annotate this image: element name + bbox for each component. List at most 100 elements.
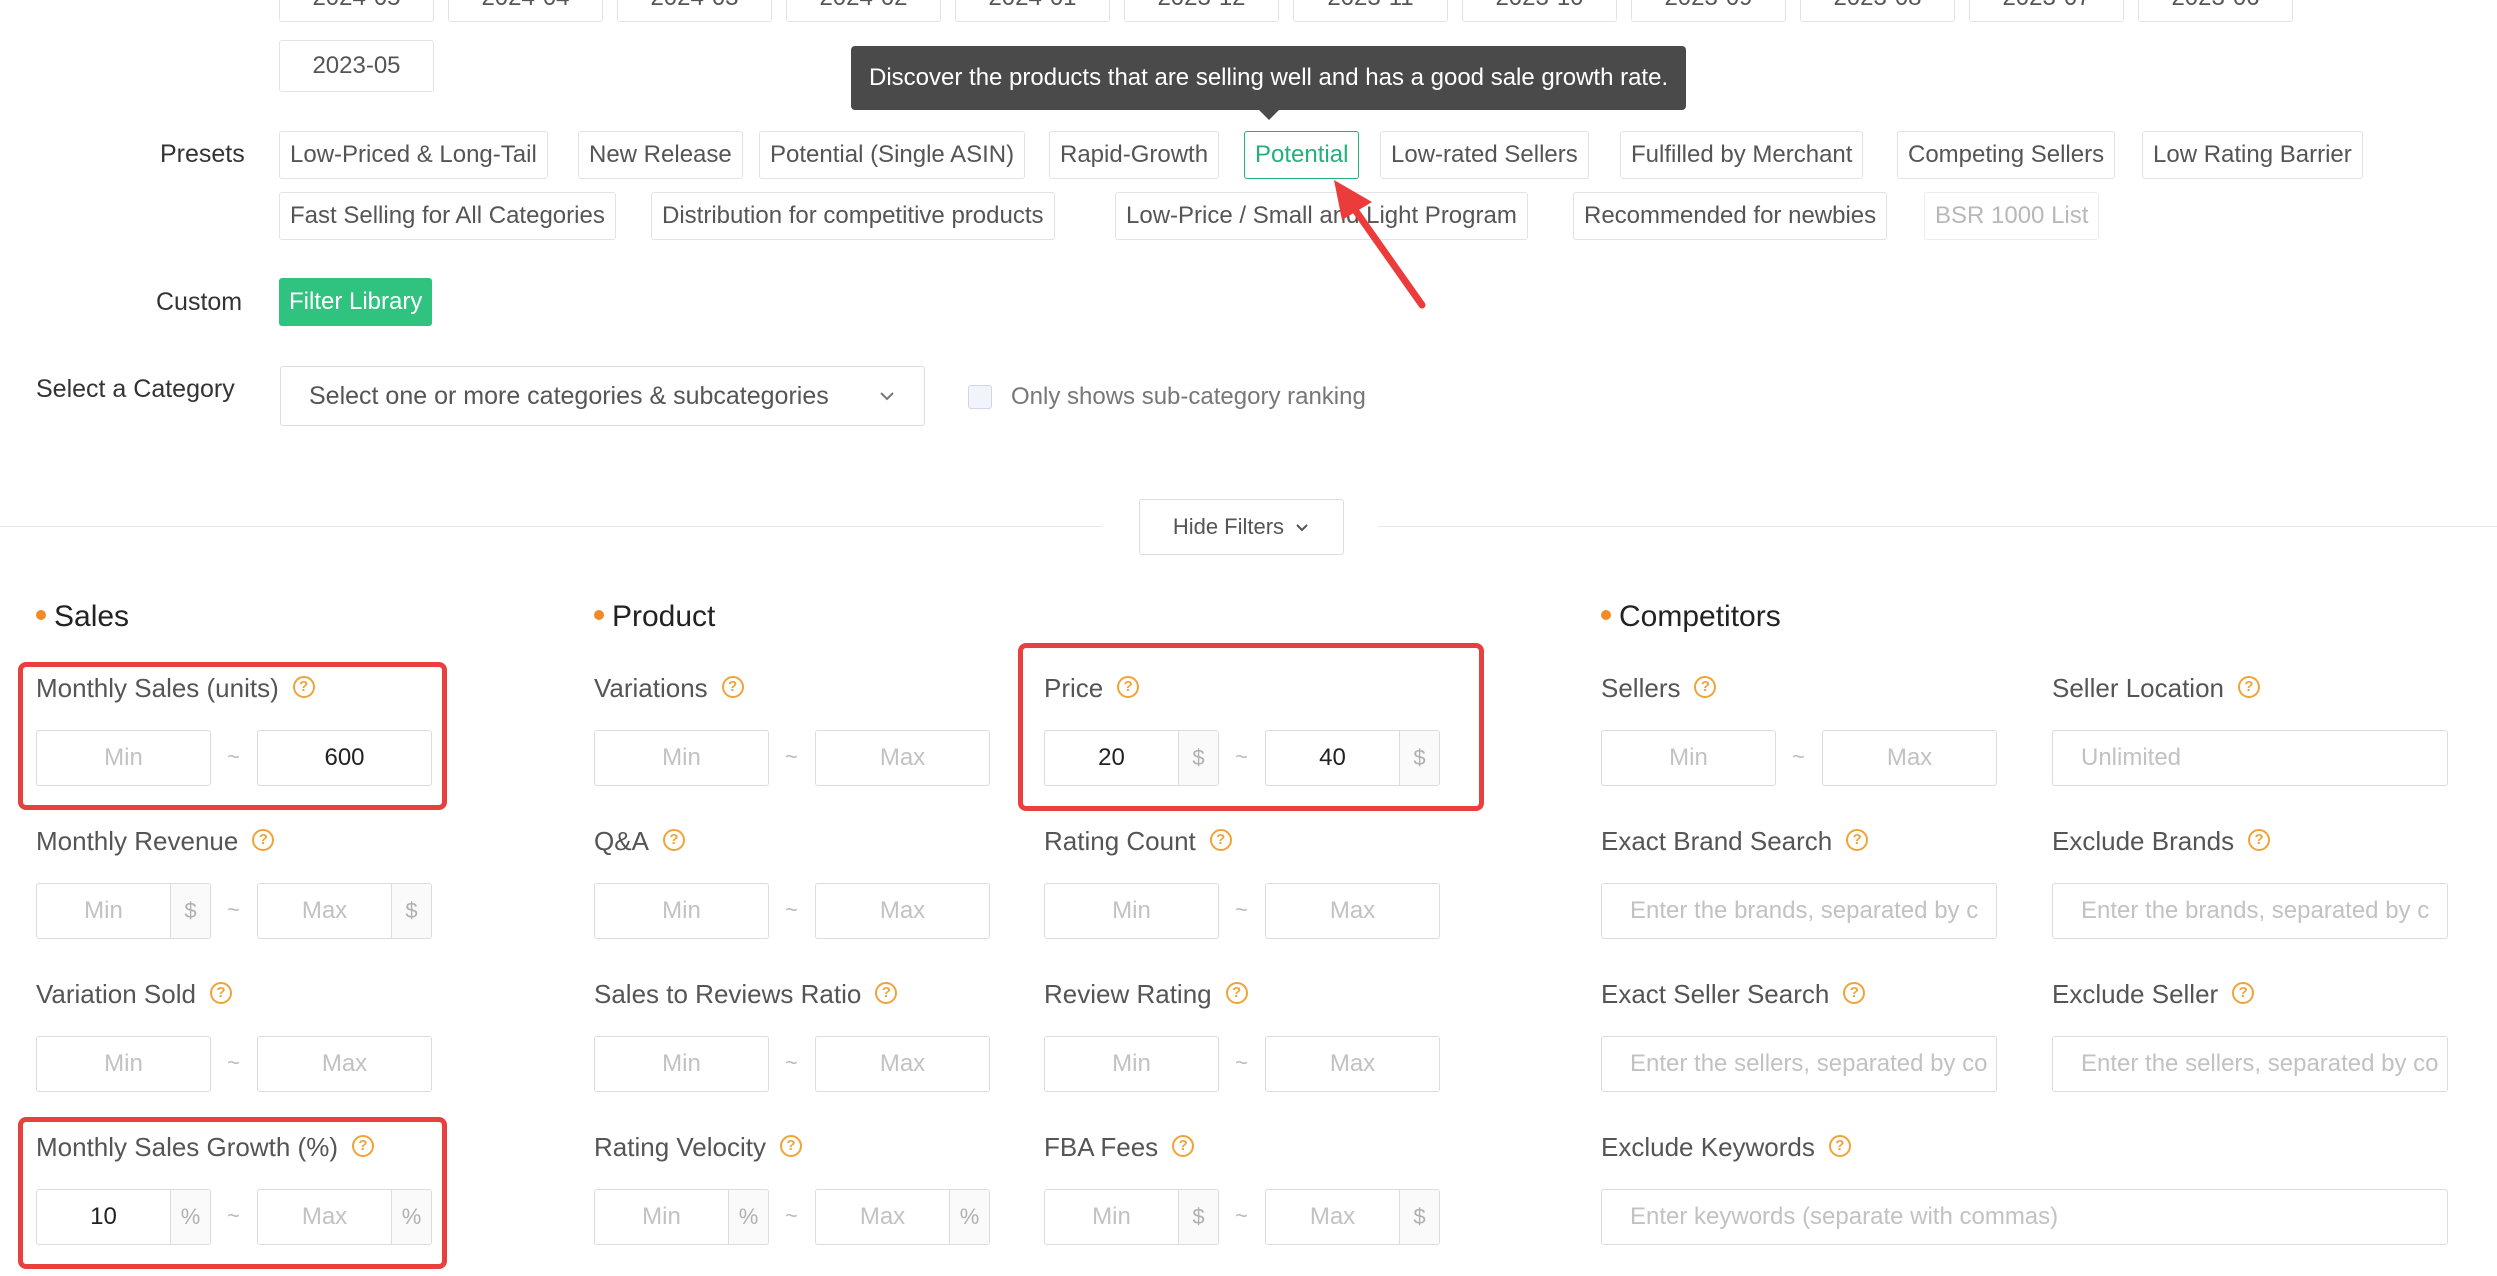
- sub-category-checkbox-label: Only shows sub-category ranking: [1011, 383, 1366, 410]
- price-min-input[interactable]: 20 $: [1044, 730, 1219, 786]
- date-tag[interactable]: 2023-11: [1293, 0, 1448, 22]
- help-icon[interactable]: ?: [875, 982, 898, 1005]
- preset-tag[interactable]: Fulfilled by Merchant: [1620, 131, 1864, 179]
- range-separator: ~: [1235, 744, 1248, 769]
- help-icon[interactable]: ?: [1828, 1135, 1851, 1158]
- monthly-sales-growth-max-input[interactable]: Max%: [257, 1189, 432, 1245]
- variation-sold-label: Variation Sold?: [36, 979, 232, 1010]
- preset-tag[interactable]: Rapid-Growth: [1049, 131, 1220, 179]
- category-select-placeholder: Select one or more categories & subcateg…: [309, 382, 829, 410]
- rating-count-max-input[interactable]: Max: [1265, 883, 1440, 939]
- help-icon[interactable]: ?: [292, 676, 315, 699]
- monthly-revenue-min-input[interactable]: Min $: [36, 883, 211, 939]
- monthly-sales-growth-min-input[interactable]: 10%: [36, 1189, 211, 1245]
- dollar-suffix: $: [1399, 1190, 1439, 1244]
- exclude-keywords-label: Exclude Keywords?: [1601, 1132, 1851, 1163]
- preset-tag[interactable]: Low-Priced & Long-Tail: [279, 131, 548, 179]
- date-tag[interactable]: 2023-12: [1124, 0, 1279, 22]
- date-tag[interactable]: 2024-02: [786, 0, 941, 22]
- variation-sold-max-input[interactable]: Max: [257, 1036, 432, 1092]
- sales-to-reviews-min-input[interactable]: Min: [594, 1036, 769, 1092]
- category-select[interactable]: Select one or more categories & subcateg…: [280, 366, 925, 426]
- range-separator: ~: [785, 1050, 798, 1075]
- exclude-keywords-input[interactable]: Enter keywords (separate with commas): [1601, 1189, 2448, 1245]
- monthly-sales-min-input[interactable]: Min: [36, 730, 211, 786]
- seller-location-input[interactable]: Unlimited: [2052, 730, 2448, 786]
- sales-to-reviews-max-input[interactable]: Max: [815, 1036, 990, 1092]
- help-icon[interactable]: ?: [2248, 829, 2271, 852]
- exclude-seller-input[interactable]: Enter the sellers, separated by co: [2052, 1036, 2448, 1092]
- tooltip-text: Discover the products that are selling w…: [869, 64, 1669, 91]
- exact-brand-input[interactable]: Enter the brands, separated by c: [1601, 883, 1997, 939]
- help-icon[interactable]: ?: [1172, 1135, 1195, 1158]
- price-max-input[interactable]: 40 $: [1265, 730, 1440, 786]
- preset-tag[interactable]: Recommended for newbies: [1573, 192, 1888, 240]
- rating-velocity-max-input[interactable]: Max%: [815, 1189, 990, 1245]
- hide-filters-label: Hide Filters: [1172, 514, 1285, 539]
- preset-tag[interactable]: Fast Selling for All Categories: [279, 192, 616, 240]
- chevron-down-icon: [1296, 524, 1308, 532]
- preset-tag[interactable]: New Release: [578, 131, 743, 179]
- variation-sold-min-input[interactable]: Min: [36, 1036, 211, 1092]
- range-separator: ~: [785, 897, 798, 922]
- monthly-sales-max-input[interactable]: 600: [257, 730, 432, 786]
- review-rating-min-input[interactable]: Min: [1044, 1036, 1219, 1092]
- preset-tag-disabled: BSR 1000 List: [1924, 192, 2100, 240]
- preset-tag[interactable]: Distribution for competitive products: [651, 192, 1055, 240]
- help-icon[interactable]: ?: [779, 1135, 802, 1158]
- preset-tag[interactable]: Potential (Single ASIN): [759, 131, 1026, 179]
- help-icon[interactable]: ?: [351, 1135, 374, 1158]
- preset-tooltip: Discover the products that are selling w…: [851, 46, 1687, 120]
- help-icon[interactable]: ?: [721, 676, 744, 699]
- sellers-max-input[interactable]: Max: [1822, 730, 1997, 786]
- help-icon[interactable]: ?: [1694, 676, 1717, 699]
- date-tag[interactable]: 2024-04: [448, 0, 603, 22]
- monthly-revenue-max-input[interactable]: Max $: [257, 883, 432, 939]
- variations-max-input[interactable]: Max: [815, 730, 990, 786]
- preset-tag[interactable]: Low Rating Barrier: [2142, 131, 2363, 179]
- review-rating-max-input[interactable]: Max: [1265, 1036, 1440, 1092]
- orange-dot-icon: [36, 610, 46, 621]
- help-icon[interactable]: ?: [662, 829, 685, 852]
- exclude-brands-input[interactable]: Enter the brands, separated by c: [2052, 883, 2448, 939]
- date-tag[interactable]: 2023-06: [2138, 0, 2293, 22]
- date-tag[interactable]: 2023-05: [279, 40, 434, 92]
- exact-seller-input[interactable]: Enter the sellers, separated by co: [1601, 1036, 1997, 1092]
- sub-category-checkbox[interactable]: [968, 385, 992, 409]
- sellers-min-input[interactable]: Min: [1601, 730, 1776, 786]
- help-icon[interactable]: ?: [1843, 982, 1866, 1005]
- date-tag[interactable]: 2023-07: [1969, 0, 2124, 22]
- dollar-suffix: $: [1399, 731, 1439, 785]
- exact-brand-label: Exact Brand Search?: [1601, 826, 1869, 857]
- fba-fees-max-input[interactable]: Max $: [1265, 1189, 1440, 1245]
- date-tag[interactable]: 2023-10: [1462, 0, 1617, 22]
- qa-max-input[interactable]: Max: [815, 883, 990, 939]
- help-icon[interactable]: ?: [252, 829, 275, 852]
- date-tag[interactable]: 2023-09: [1631, 0, 1786, 22]
- date-tag[interactable]: 2023-08: [1800, 0, 1955, 22]
- date-tag[interactable]: 2024-05: [279, 0, 434, 22]
- qa-min-input[interactable]: Min: [594, 883, 769, 939]
- date-tag[interactable]: 2024-03: [617, 0, 772, 22]
- fba-fees-min-input[interactable]: Min $: [1044, 1189, 1219, 1245]
- help-icon[interactable]: ?: [2232, 982, 2255, 1005]
- percent-suffix: %: [391, 1190, 431, 1244]
- help-icon[interactable]: ?: [1225, 982, 1248, 1005]
- range-separator: ~: [1235, 897, 1248, 922]
- dollar-suffix: $: [170, 884, 210, 938]
- date-tag[interactable]: 2024-01: [955, 0, 1110, 22]
- divider: [1378, 526, 2497, 527]
- filter-library-button[interactable]: Filter Library: [279, 278, 433, 326]
- rating-count-min-input[interactable]: Min: [1044, 883, 1219, 939]
- help-icon[interactable]: ?: [1846, 829, 1869, 852]
- variations-min-input[interactable]: Min: [594, 730, 769, 786]
- percent-suffix: %: [728, 1190, 768, 1244]
- help-icon[interactable]: ?: [1209, 829, 1232, 852]
- preset-tag[interactable]: Competing Sellers: [1897, 131, 2116, 179]
- range-separator: ~: [227, 897, 240, 922]
- help-icon[interactable]: ?: [1117, 676, 1140, 699]
- help-icon[interactable]: ?: [209, 982, 232, 1005]
- hide-filters-button[interactable]: Hide Filters: [1139, 499, 1344, 555]
- rating-velocity-min-input[interactable]: Min%: [594, 1189, 769, 1245]
- help-icon[interactable]: ?: [2238, 676, 2260, 699]
